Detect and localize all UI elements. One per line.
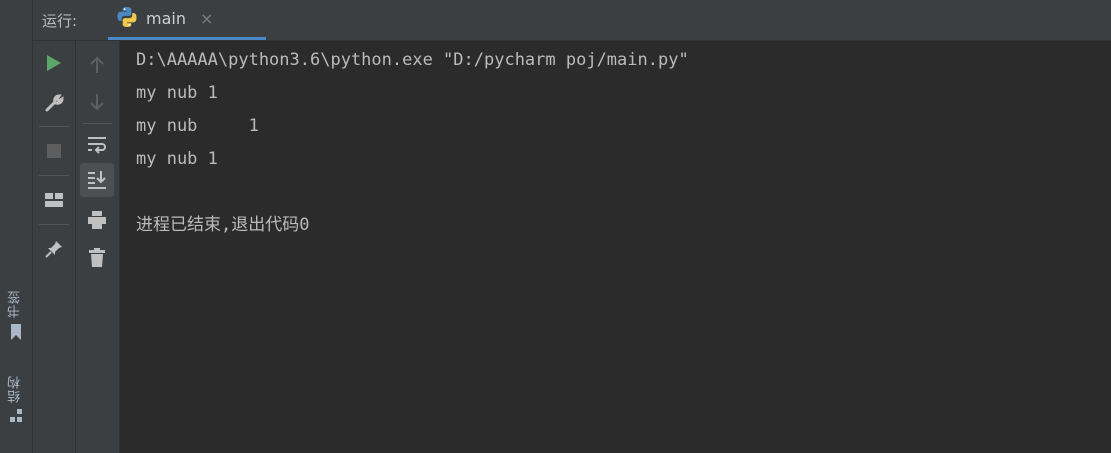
structure-tab-label: 结构	[8, 375, 23, 403]
stop-icon[interactable]	[39, 136, 69, 166]
arrow-up-icon[interactable]	[82, 50, 112, 80]
bookmark-icon	[10, 324, 22, 344]
console-line-command: D:\AAAAA\python3.6\python.exe "D:/pychar…	[136, 50, 689, 70]
run-toolbar	[33, 41, 76, 453]
structure-icon	[9, 409, 23, 427]
layout-icon[interactable]	[39, 185, 69, 215]
scroll-to-end-icon[interactable]	[80, 163, 114, 197]
console-toolbar	[76, 41, 120, 453]
console-line: my nub 1	[136, 149, 218, 169]
close-tab-icon[interactable]: ×	[200, 9, 213, 28]
run-tool-window-header: 运行: main ×	[33, 0, 1111, 41]
console-line: my nub 1	[136, 116, 259, 136]
print-icon[interactable]	[82, 205, 112, 235]
toolbar-separator	[39, 126, 69, 127]
run-label: 运行:	[42, 12, 78, 30]
bookmarks-tab-label: 书签	[8, 290, 23, 318]
run-icon[interactable]	[39, 48, 69, 78]
tab-main[interactable]: main ×	[108, 0, 266, 40]
structure-tab[interactable]: 结构	[0, 375, 32, 427]
toolbar-separator	[39, 224, 69, 225]
trash-icon[interactable]	[82, 243, 112, 273]
tool-window-strip: 书签 结构	[0, 0, 33, 453]
tab-main-label: main	[146, 9, 186, 28]
python-icon	[116, 6, 138, 32]
bookmarks-tab[interactable]: 书签	[0, 290, 32, 344]
toolbar-separator	[39, 175, 69, 176]
console-line: my nub 1	[136, 83, 218, 103]
arrow-down-icon[interactable]	[82, 87, 112, 117]
soft-wrap-icon[interactable]	[82, 130, 112, 160]
toolbar-separator	[82, 123, 112, 124]
console-output[interactable]: D:\AAAAA\python3.6\python.exe "D:/pychar…	[120, 41, 1111, 453]
wrench-icon[interactable]	[39, 88, 69, 118]
pin-icon[interactable]	[39, 234, 69, 264]
console-line-exit-status: 进程已结束,退出代码0	[136, 215, 310, 235]
